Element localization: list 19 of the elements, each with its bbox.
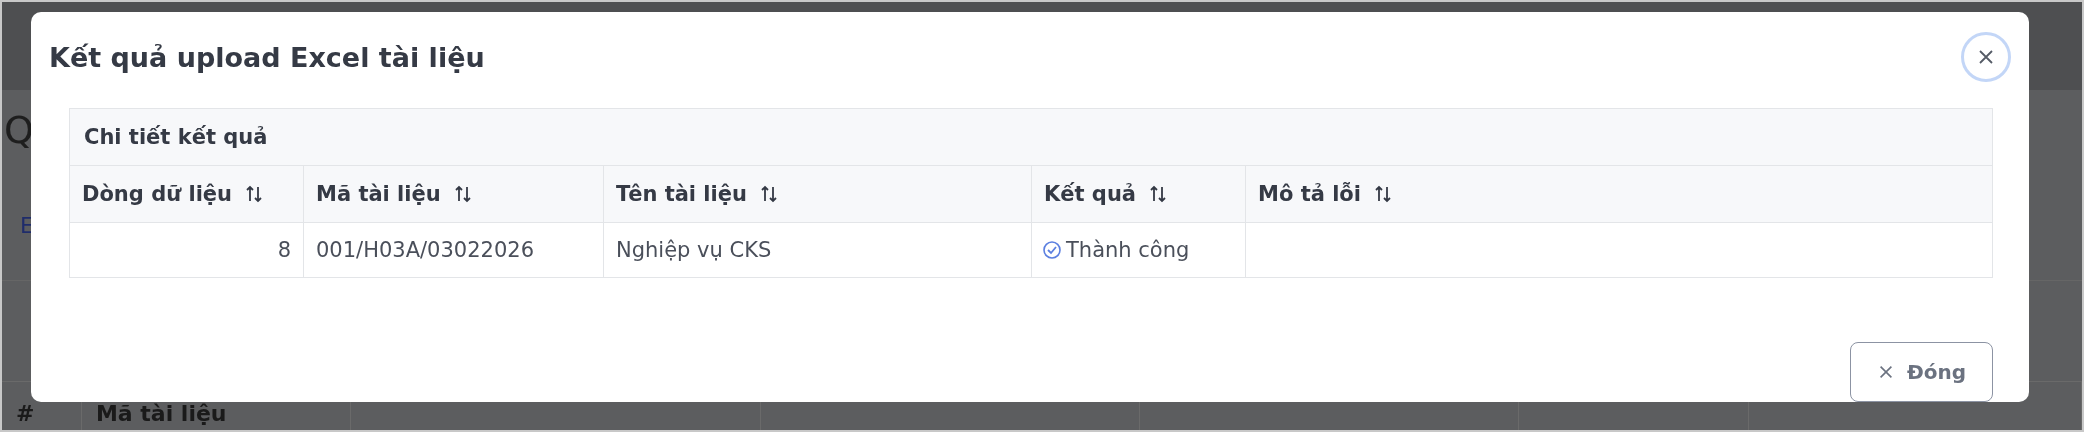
column-header[interactable]: Tên tài liệu (604, 166, 1032, 222)
column-header[interactable]: Dòng dữ liệu (70, 166, 304, 222)
dialog-title: Kết quả upload Excel tài liệu (49, 41, 485, 73)
close-button[interactable]: Đóng (1849, 342, 1993, 402)
sort-icon[interactable] (1373, 184, 1393, 204)
sort-icon[interactable] (1148, 184, 1169, 204)
column-header[interactable]: Mã tài liệu (304, 166, 604, 222)
status-text: Thành công (1066, 238, 1190, 262)
sort-icon[interactable] (244, 184, 265, 204)
page-title: Q (3, 108, 34, 152)
section-header: Chi tiết kết quả (70, 109, 1992, 166)
table-cell: 8 (70, 223, 304, 277)
close-button[interactable] (1961, 32, 2011, 82)
column-header: # (16, 402, 35, 426)
column-header[interactable]: Mô tả lỗi (1246, 166, 1992, 222)
table-cell: 001/H03A/03022026 (304, 223, 604, 277)
table-cell: Nghiệp vụ CKS (604, 223, 1032, 277)
column-header[interactable]: Kết quả (1032, 166, 1246, 222)
column-header: Mã tài liệu (95, 402, 227, 426)
